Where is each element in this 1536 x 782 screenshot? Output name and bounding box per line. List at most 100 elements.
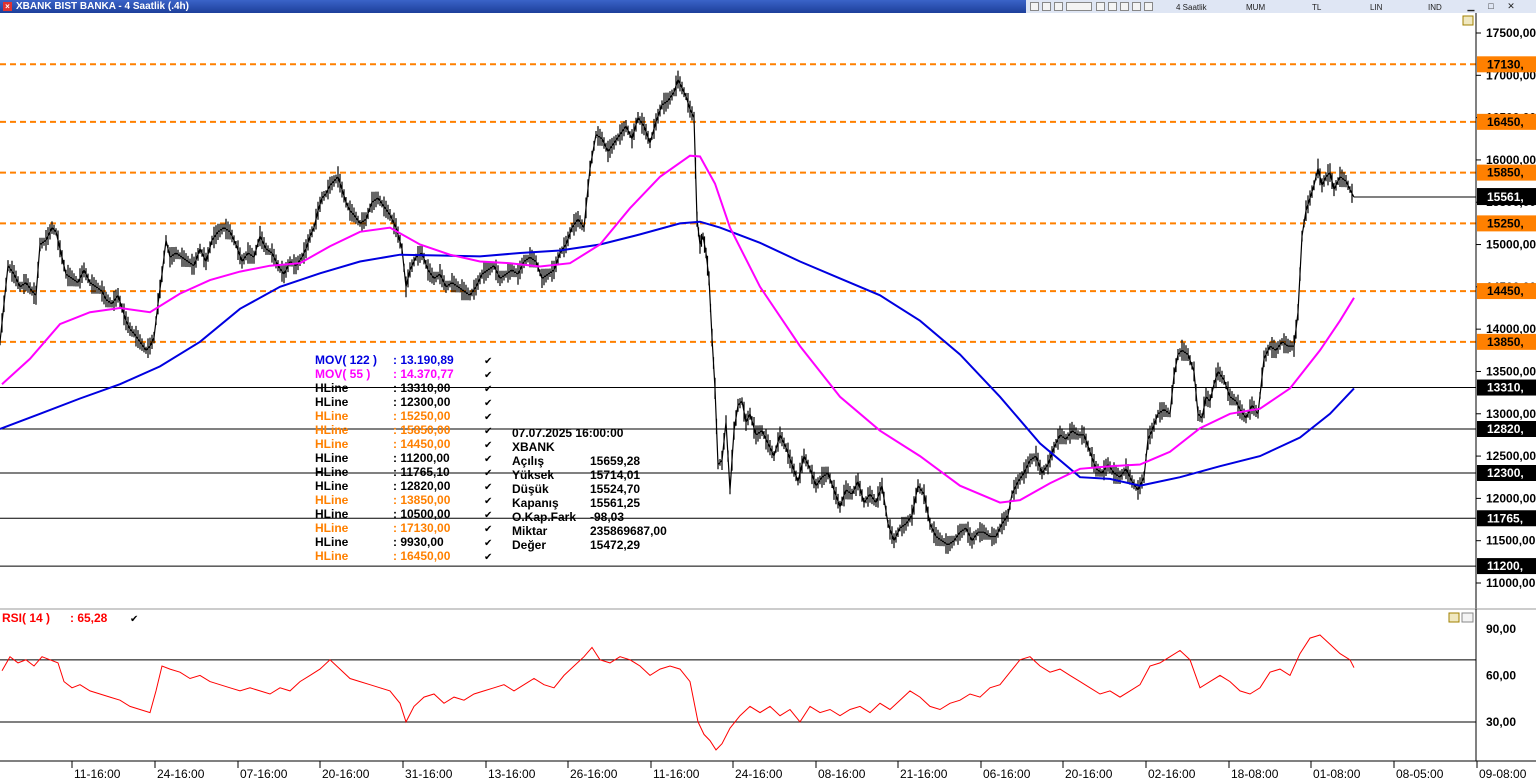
info-low-label: Düşük	[512, 482, 549, 496]
time-tick-label: 07-16:00	[240, 767, 288, 781]
info-open-value: 15659,28	[590, 454, 640, 468]
minimize-icon[interactable]: ▁	[1466, 1, 1476, 11]
panel-options-icon[interactable]	[1462, 15, 1474, 26]
last-price-tag: 15561,	[1477, 188, 1536, 206]
legend-check-icon[interactable]: ✔	[484, 356, 492, 367]
settings-icon[interactable]	[1132, 2, 1141, 11]
info-symbol: XBANK	[512, 440, 555, 454]
time-tick-label: 13-16:00	[488, 767, 536, 781]
legend-check-icon[interactable]: ✔	[484, 538, 492, 549]
legend-check-icon[interactable]: ✔	[484, 454, 492, 465]
rsi-check-icon[interactable]: ✔	[130, 614, 138, 625]
legend-check-icon[interactable]: ✔	[484, 496, 492, 507]
legend-label: HLine	[315, 381, 349, 395]
hline-tag-label: 11765,	[1487, 511, 1523, 525]
hline-tag-label: 12300,	[1487, 466, 1524, 480]
hline-tag-label: 15850,	[1487, 166, 1524, 180]
legend-value: : 17130,00	[393, 521, 451, 535]
rsi-tick-label: 90,00	[1486, 622, 1516, 636]
legend-check-icon[interactable]: ✔	[484, 524, 492, 535]
legend-label: HLine	[315, 521, 349, 535]
zoom-icon[interactable]	[1042, 2, 1051, 11]
time-tick-label: 24-16:00	[157, 767, 205, 781]
legend-value: : 13.190,89	[393, 353, 454, 367]
rsi-value: : 65,28	[70, 611, 108, 625]
price-tick-label: 13500,00	[1486, 364, 1536, 378]
ma-122-line	[0, 220, 1355, 487]
template-select[interactable]	[1066, 2, 1092, 11]
legend-value: : 14.370,77	[393, 367, 454, 381]
maximize-icon[interactable]: □	[1486, 1, 1496, 11]
refresh-icon[interactable]	[1144, 2, 1153, 11]
price-tick-label: 12000,00	[1486, 491, 1536, 505]
rsi-line	[1, 634, 1355, 751]
time-tick-label: 02-16:00	[1148, 767, 1196, 781]
properties-icon[interactable]	[1108, 2, 1117, 11]
info-value-value: 15472,29	[590, 538, 640, 552]
legend-value: : 13310,00	[393, 381, 451, 395]
rsi-close-icon[interactable]	[1461, 612, 1474, 623]
legend-check-icon[interactable]: ✔	[484, 426, 492, 437]
legend-label: HLine	[315, 535, 349, 549]
price-tick-label: 11500,00	[1486, 534, 1536, 548]
legend-check-icon[interactable]: ✔	[484, 510, 492, 521]
horizontal-lines	[0, 63, 1476, 567]
info-close-value: 15561,25	[590, 496, 640, 510]
info-datetime: 07.07.2025 16:00:00	[512, 426, 624, 440]
legend-check-icon[interactable]: ✔	[484, 384, 492, 395]
legend-label: HLine	[315, 437, 349, 451]
time-tick-label: 09-08:00	[1479, 767, 1527, 781]
hline-tag-label: 17130,	[1487, 57, 1524, 71]
window-close-icon[interactable]: ✕	[1506, 1, 1516, 11]
price-tick-label: 15000,00	[1486, 238, 1536, 252]
hline-tag-label: 14450,	[1487, 284, 1524, 298]
legend-label: HLine	[315, 465, 349, 479]
legend-value: : 11765,10	[393, 465, 450, 479]
legend-check-icon[interactable]: ✔	[484, 552, 492, 563]
time-tick-label: 18-08:00	[1231, 767, 1279, 781]
rsi-tick-label: 60,00	[1486, 668, 1516, 682]
legend-value: : 12300,00	[393, 395, 451, 409]
legend-value: : 11200,00	[393, 451, 450, 465]
print-icon[interactable]	[1030, 2, 1039, 11]
chart-canvas: MOV( 122 ) : 13.190,89 ✔ MOV( 55 ) : 14.370,…	[0, 13, 1536, 781]
hline-tag-label: 13310,	[1487, 381, 1524, 395]
hline-tag-label: 11200,	[1487, 559, 1523, 573]
close-icon[interactable]: ×	[3, 2, 12, 11]
legend-label: MOV( 122 )	[315, 353, 377, 367]
info-change-label: O.Kap.Fark	[512, 510, 576, 524]
legend-check-icon[interactable]: ✔	[484, 482, 492, 493]
time-tick-label: 31-16:00	[405, 767, 453, 781]
info-volume-value: 235869687,00	[590, 524, 667, 538]
grid-icon[interactable]	[1054, 2, 1063, 11]
indicator-legend: MOV( 122 ) : 13.190,89 ✔ MOV( 55 ) : 14.370,…	[315, 353, 492, 563]
price-panel	[0, 63, 1476, 567]
legend-check-icon[interactable]: ✔	[484, 398, 492, 409]
draw-icon[interactable]	[1120, 2, 1129, 11]
rsi-label: RSI( 14 )	[2, 611, 50, 625]
legend-label: HLine	[315, 451, 349, 465]
legend-check-icon[interactable]: ✔	[484, 440, 492, 451]
price-tick-label: 13000,00	[1486, 407, 1536, 421]
rsi-options-icon[interactable]	[1448, 612, 1460, 623]
window-titlebar: × XBANK BIST BANKA - 4 Saatlik (.4h) 4 S…	[0, 0, 1536, 13]
legend-value: : 13850,00	[393, 493, 451, 507]
rsi-tick-label: 30,00	[1486, 715, 1516, 729]
legend-label: MOV( 55 )	[315, 367, 370, 381]
time-tick-label: 08-05:00	[1396, 767, 1444, 781]
legend-check-icon[interactable]: ✔	[484, 468, 492, 479]
time-axis: 11-16:00 24-16:00 07-16:00 20-16:00 31-16:00…	[0, 760, 1536, 781]
save-icon[interactable]	[1096, 2, 1105, 11]
hline-tag-label: 15250,	[1487, 216, 1524, 230]
legend-value: : 12820,00	[393, 479, 451, 493]
legend-check-icon[interactable]: ✔	[484, 412, 492, 423]
legend-label: HLine	[315, 409, 349, 423]
legend-check-icon[interactable]: ✔	[484, 370, 492, 381]
chart-toolbar: 4 Saatlik MUM TL LIN IND ▁ □ ✕	[1026, 0, 1536, 13]
price-tick-label: 12500,00	[1486, 449, 1536, 463]
window-title: XBANK BIST BANKA - 4 Saatlik (.4h)	[16, 1, 189, 12]
legend-label: HLine	[315, 395, 349, 409]
legend-value: : 10500,00	[393, 507, 451, 521]
time-tick-label: 01-08:00	[1313, 767, 1361, 781]
legend-value: : 15850,00	[393, 423, 451, 437]
